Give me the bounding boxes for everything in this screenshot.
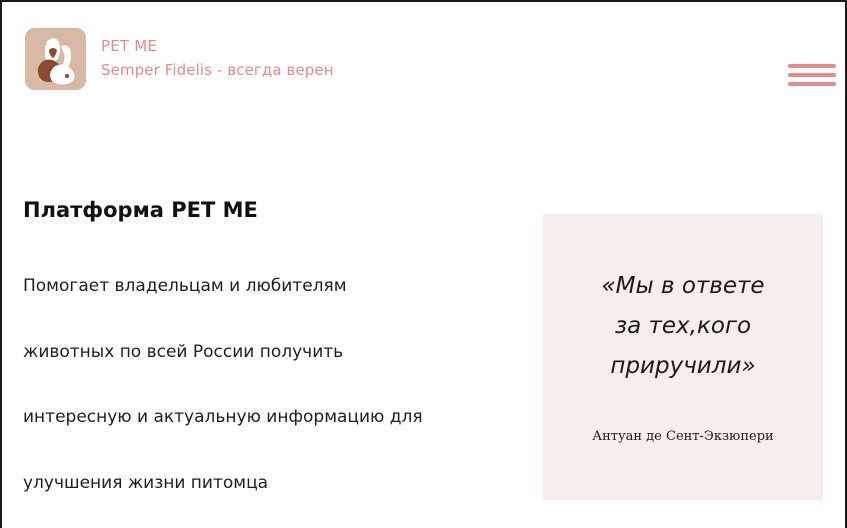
description-line: улучшения жизни питомца xyxy=(23,473,269,493)
menu-bar xyxy=(788,64,836,68)
description-line: Помогает владельцам и любителям xyxy=(23,276,347,296)
description-line: животных по всей России получить xyxy=(23,342,344,362)
quote-line: за тех,кого xyxy=(614,313,752,339)
description-line: интересную и актуальную информацию для xyxy=(23,407,423,427)
page-title: Платформа PET ME xyxy=(23,198,258,222)
quote-card: «Мы в ответе за тех,кого приручили» Анту… xyxy=(543,214,823,500)
menu-bar xyxy=(788,73,836,77)
brand-tagline: Semper Fidelis - всегда верен xyxy=(101,61,334,79)
quote-line: приручили» xyxy=(610,353,756,379)
brand-name[interactable]: PET ME xyxy=(101,37,157,55)
pet-me-logo-icon[interactable] xyxy=(25,28,86,90)
menu-bar xyxy=(788,82,836,86)
hamburger-menu-icon[interactable] xyxy=(788,63,836,89)
quote-text: «Мы в ответе за тех,кого приручили» xyxy=(543,266,823,386)
quote-line: «Мы в ответе xyxy=(601,273,765,299)
quote-author: Антуан де Сент-Экзюпери xyxy=(592,429,774,444)
